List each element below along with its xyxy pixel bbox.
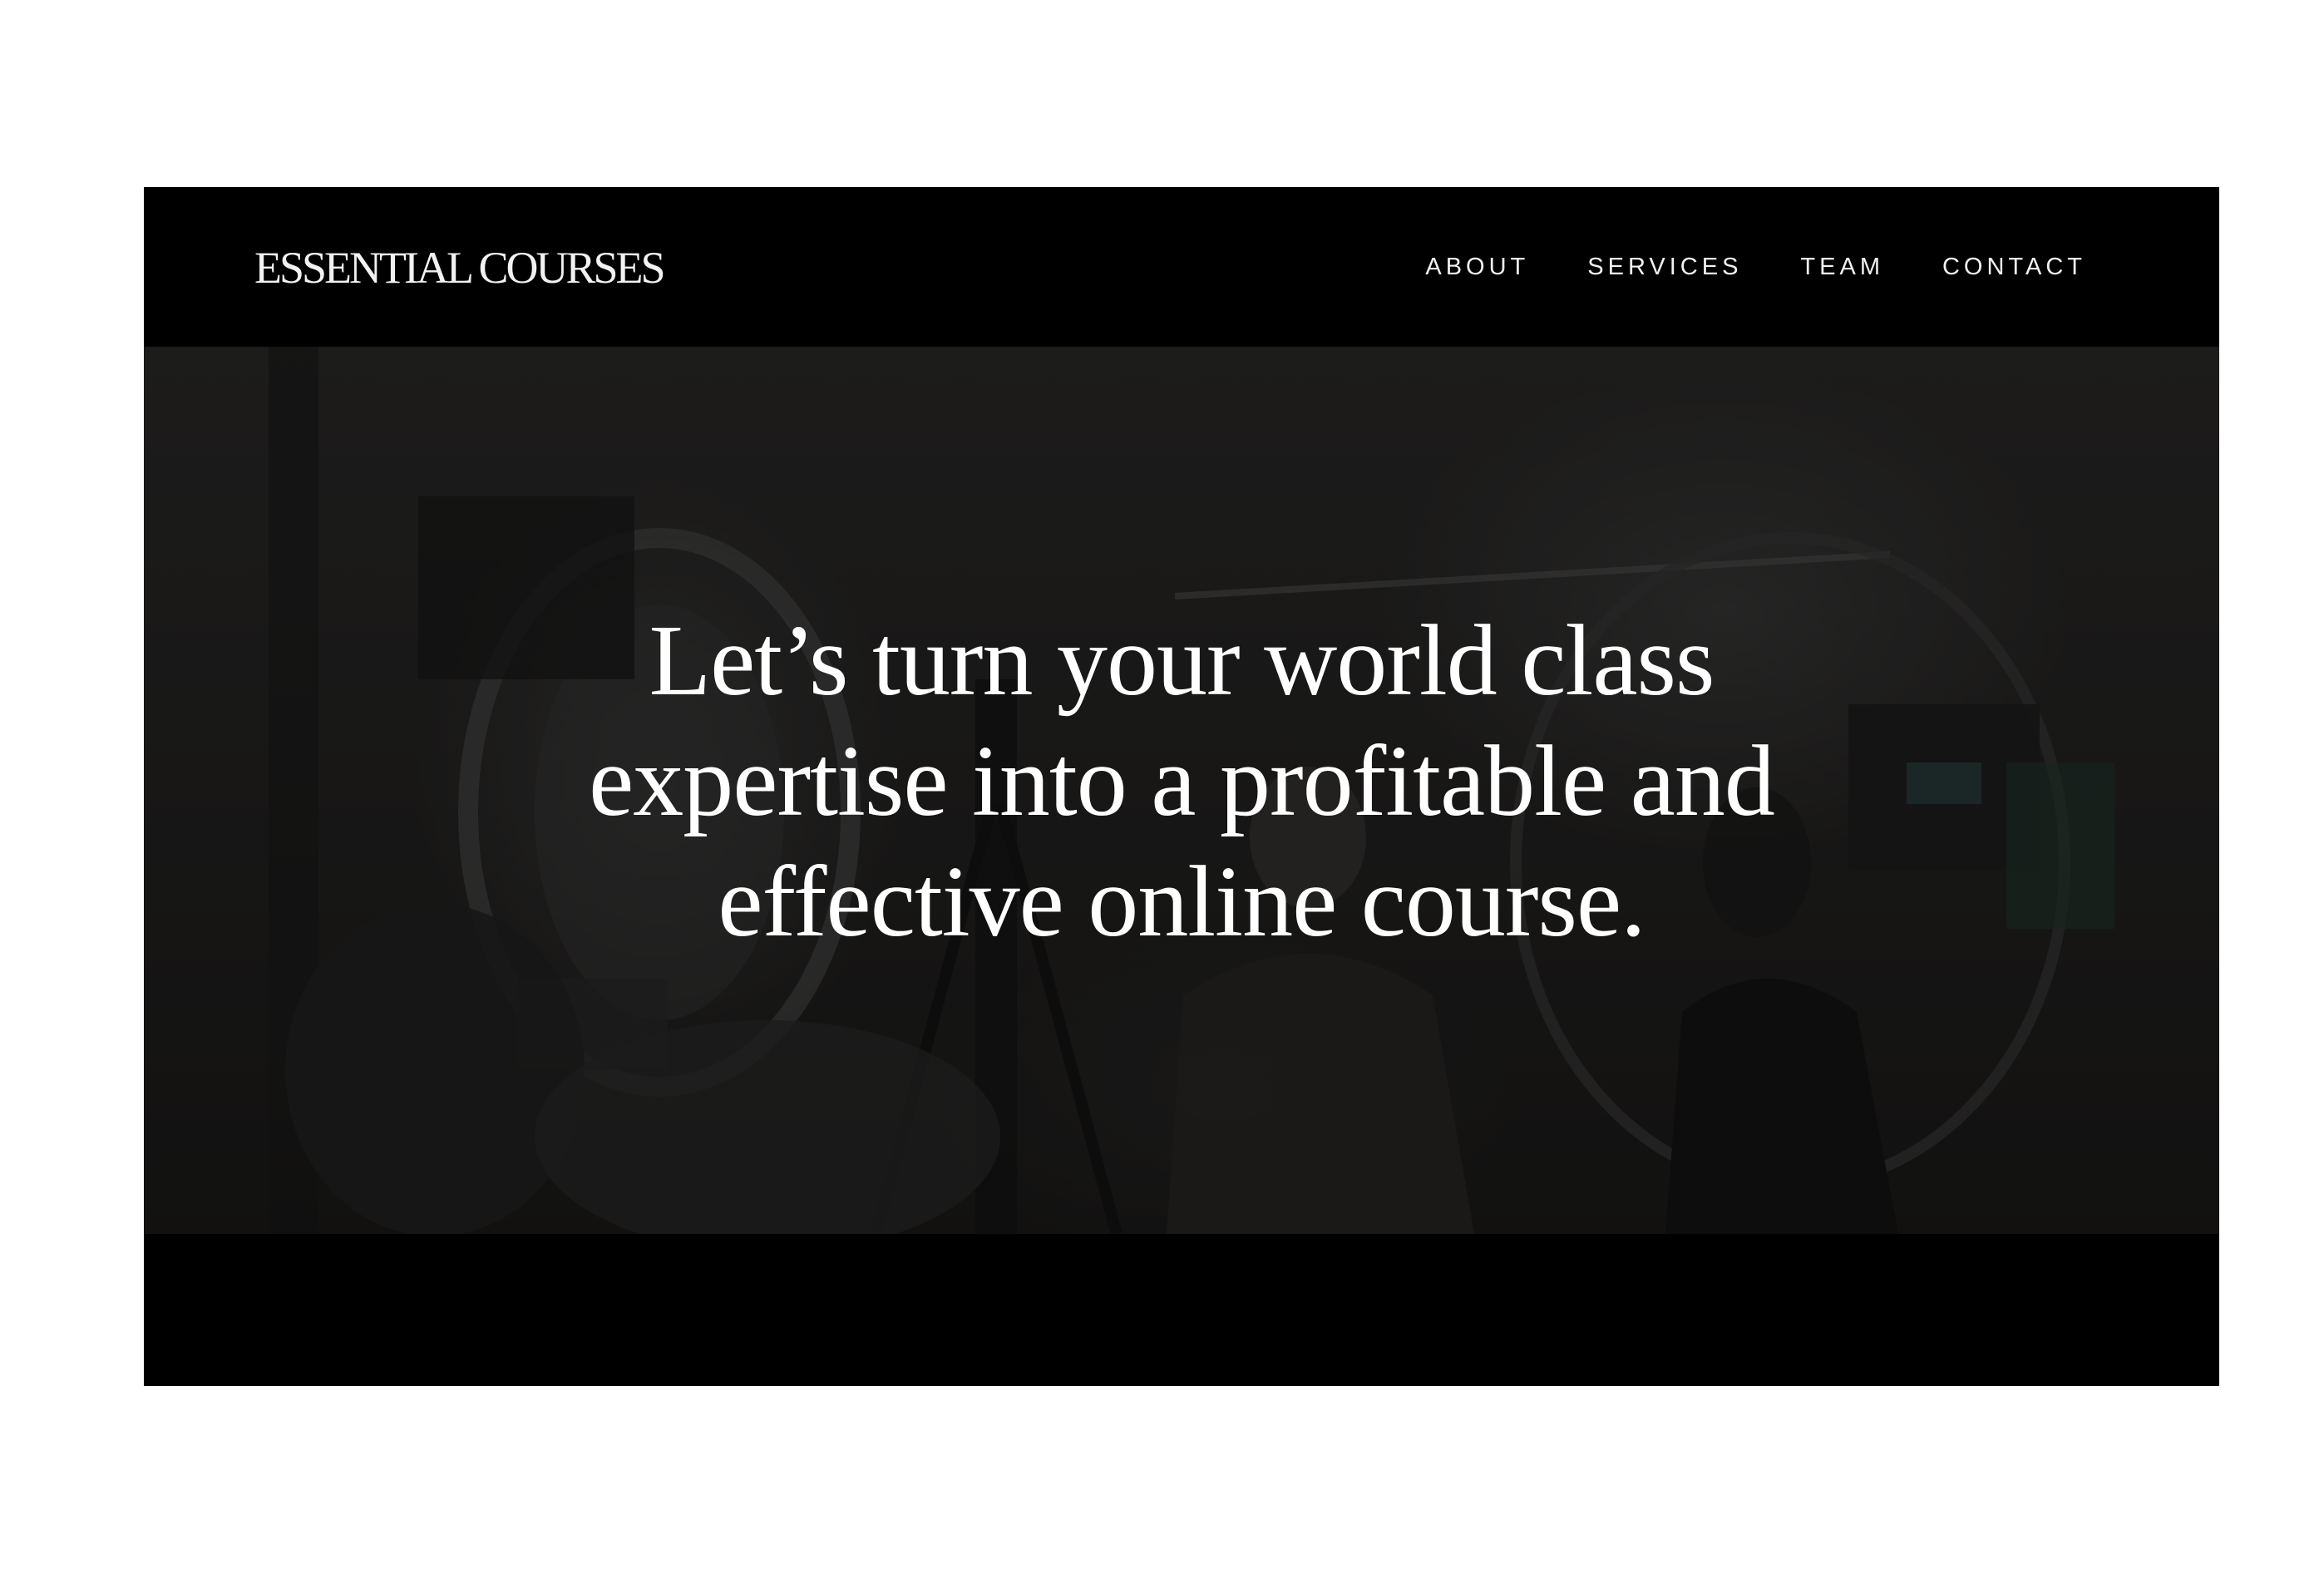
nav-item-contact[interactable]: CONTACT xyxy=(1942,254,2086,281)
hero-headline: Let’s turn your world class expertise in… xyxy=(589,604,1775,958)
bottom-band xyxy=(144,1234,2219,1386)
hero-section: Let’s turn your world class expertise in… xyxy=(144,347,2219,1234)
nav-item-services[interactable]: SERVICES xyxy=(1587,254,1742,281)
nav-item-about[interactable]: ABOUT xyxy=(1425,254,1529,281)
main-nav: ABOUT SERVICES TEAM CONTACT xyxy=(1425,254,2086,281)
top-navigation-bar: ESSENTIAL COURSES ABOUT SERVICES TEAM CO… xyxy=(144,187,2219,347)
site-logo[interactable]: ESSENTIAL COURSES xyxy=(254,242,666,294)
site-frame: ESSENTIAL COURSES ABOUT SERVICES TEAM CO… xyxy=(144,187,2219,1386)
nav-item-team[interactable]: TEAM xyxy=(1800,254,1884,281)
